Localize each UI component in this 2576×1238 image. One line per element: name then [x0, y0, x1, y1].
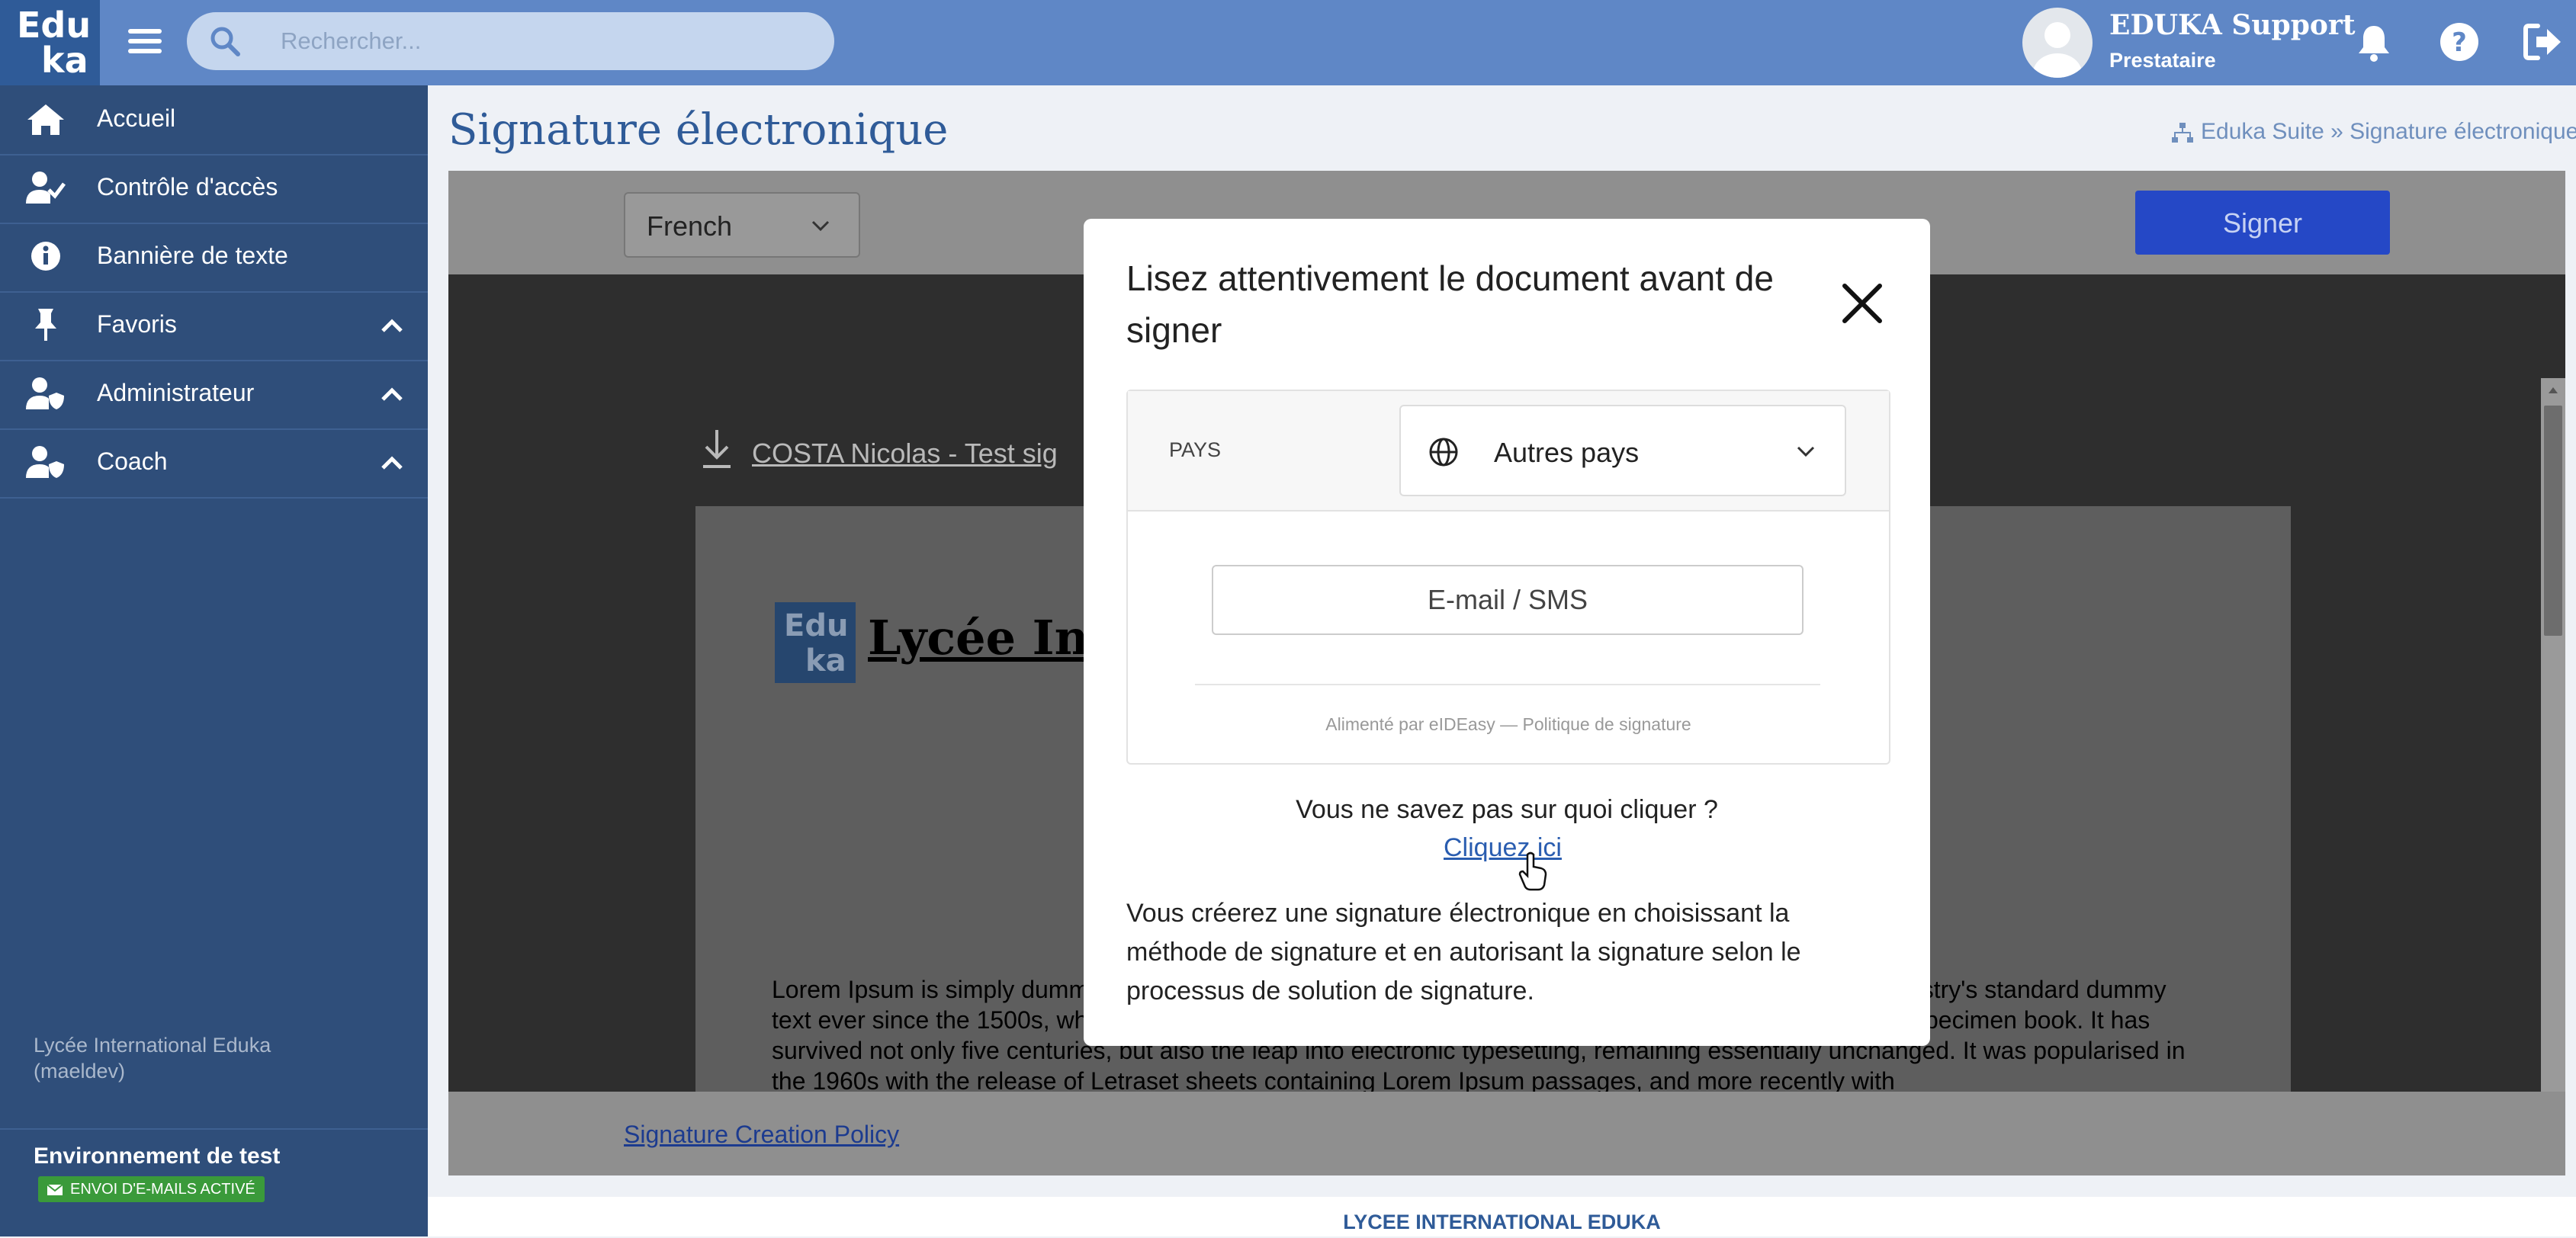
org-line2: (maeldev) — [34, 1060, 126, 1082]
document-logo: Edu ka — [775, 602, 856, 683]
avatar[interactable] — [2022, 8, 2093, 78]
sidebar-item-label: Bannière de texte — [97, 242, 288, 269]
page-title: Signature électronique — [448, 105, 949, 155]
status-badge: ENVOI D'E-MAILS ACTIVÉ — [38, 1176, 265, 1202]
close-icon[interactable] — [1839, 280, 1886, 327]
sidebar-item-favoris[interactable]: Favoris — [0, 291, 428, 361]
country-select-value: Autres pays — [1494, 437, 1640, 468]
info-icon — [26, 239, 66, 274]
email-sms-input[interactable] — [1212, 565, 1804, 635]
envelope-icon — [47, 1184, 63, 1195]
sidebar-item-label: Contrôle d'accès — [97, 173, 278, 200]
org-line1: Lycée International Eduka — [34, 1034, 271, 1057]
organization-name: Lycée International Eduka (maeldev) — [34, 1032, 271, 1084]
footer-text: LYCEE INTERNATIONAL EDUKA — [1343, 1211, 1661, 1233]
bell-icon[interactable] — [2352, 20, 2396, 64]
signature-modal: Lisez attentivement le document avant de… — [1084, 219, 1930, 1046]
hand-cursor-icon — [1518, 852, 1549, 891]
doc-logo-line2: ka — [805, 643, 846, 678]
signature-policy-link[interactable]: Signature Creation Policy — [624, 1121, 899, 1149]
scroll-up-icon[interactable] — [2545, 383, 2561, 398]
user-role: Prestataire — [2109, 49, 2216, 72]
language-select[interactable]: French — [624, 192, 860, 258]
logo-text-line2: ka — [41, 40, 88, 81]
menu-icon[interactable] — [124, 20, 166, 63]
country-label: PAYS — [1169, 438, 1222, 461]
signature-widget: PAYS Autres pays Alimenté par eIDEasy — … — [1126, 390, 1890, 765]
breadcrumb-text: Eduka Suite » Signature électronique — [2201, 119, 2576, 144]
doc-logo-line1: Edu — [784, 608, 849, 643]
help-icon[interactable]: ? — [2437, 20, 2481, 64]
user-shield-icon — [26, 376, 66, 411]
user-check-icon — [26, 170, 66, 205]
search-icon — [210, 26, 240, 56]
chevron-down-icon — [1794, 440, 1817, 463]
sidebar-item-label: Coach — [97, 447, 168, 475]
home-icon — [26, 101, 66, 136]
powered-by-text[interactable]: Alimenté par eIDEasy — Politique de sign… — [1128, 714, 1889, 735]
top-bar: Edu ka Rechercher... EDUKA Support Prest… — [0, 0, 2576, 85]
sidebar-item-banniere[interactable]: Bannière de texte — [0, 223, 428, 293]
pin-icon — [26, 307, 66, 342]
sidebar-item-label: Favoris — [97, 310, 177, 338]
download-link[interactable]: COSTA Nicolas - Test sig — [752, 438, 1058, 470]
country-row: PAYS Autres pays — [1128, 391, 1889, 512]
scrollbar-thumb[interactable] — [2544, 406, 2562, 636]
viewer-scrollbar[interactable] — [2541, 378, 2565, 1092]
search-placeholder: Rechercher... — [281, 27, 422, 54]
sidebar-item-label: Administrateur — [97, 379, 255, 406]
logo-text-line1: Edu — [17, 5, 92, 46]
search-bar[interactable]: Rechercher... — [187, 12, 834, 70]
svg-text:?: ? — [2452, 27, 2467, 58]
sidebar-item-controle-acces[interactable]: Contrôle d'accès — [0, 154, 428, 224]
sidebar-item-coach[interactable]: Coach — [0, 428, 428, 499]
environment-title: Environnement de test — [34, 1143, 281, 1169]
sidebar-item-administrateur[interactable]: Administrateur — [0, 360, 428, 430]
user-shield-icon — [26, 444, 66, 479]
modal-title: Lisez attentivement le document avant de… — [1126, 258, 1774, 350]
download-icon[interactable] — [700, 427, 734, 470]
chevron-up-icon[interactable] — [378, 450, 406, 476]
sidebar-item-label: Accueil — [97, 104, 176, 132]
divider — [1195, 684, 1820, 685]
help-question: Vous ne savez pas sur quoi cliquer ? — [1296, 795, 1718, 824]
sign-button[interactable]: Signer — [2135, 191, 2390, 255]
sidebar-item-accueil[interactable]: Accueil — [0, 85, 428, 156]
country-select[interactable]: Autres pays — [1399, 405, 1846, 496]
language-select-value: French — [647, 210, 733, 242]
chevron-up-icon[interactable] — [378, 381, 406, 407]
modal-description: Vous créerez une signature électronique … — [1126, 899, 1801, 1005]
chevron-up-icon[interactable] — [378, 313, 406, 338]
page-footer: LYCEE INTERNATIONAL EDUKA — [428, 1197, 2576, 1236]
user-name[interactable]: EDUKA Support — [2109, 9, 2355, 41]
status-badge-label: ENVOI D'E-MAILS ACTIVÉ — [70, 1181, 255, 1198]
breadcrumb[interactable]: Eduka Suite » Signature électronique — [2172, 119, 2576, 145]
chevron-down-icon — [808, 213, 833, 238]
sitemap-icon — [2172, 123, 2193, 143]
logout-icon[interactable] — [2521, 20, 2565, 64]
app-logo[interactable]: Edu ka — [0, 0, 100, 85]
globe-icon — [1428, 437, 1459, 467]
